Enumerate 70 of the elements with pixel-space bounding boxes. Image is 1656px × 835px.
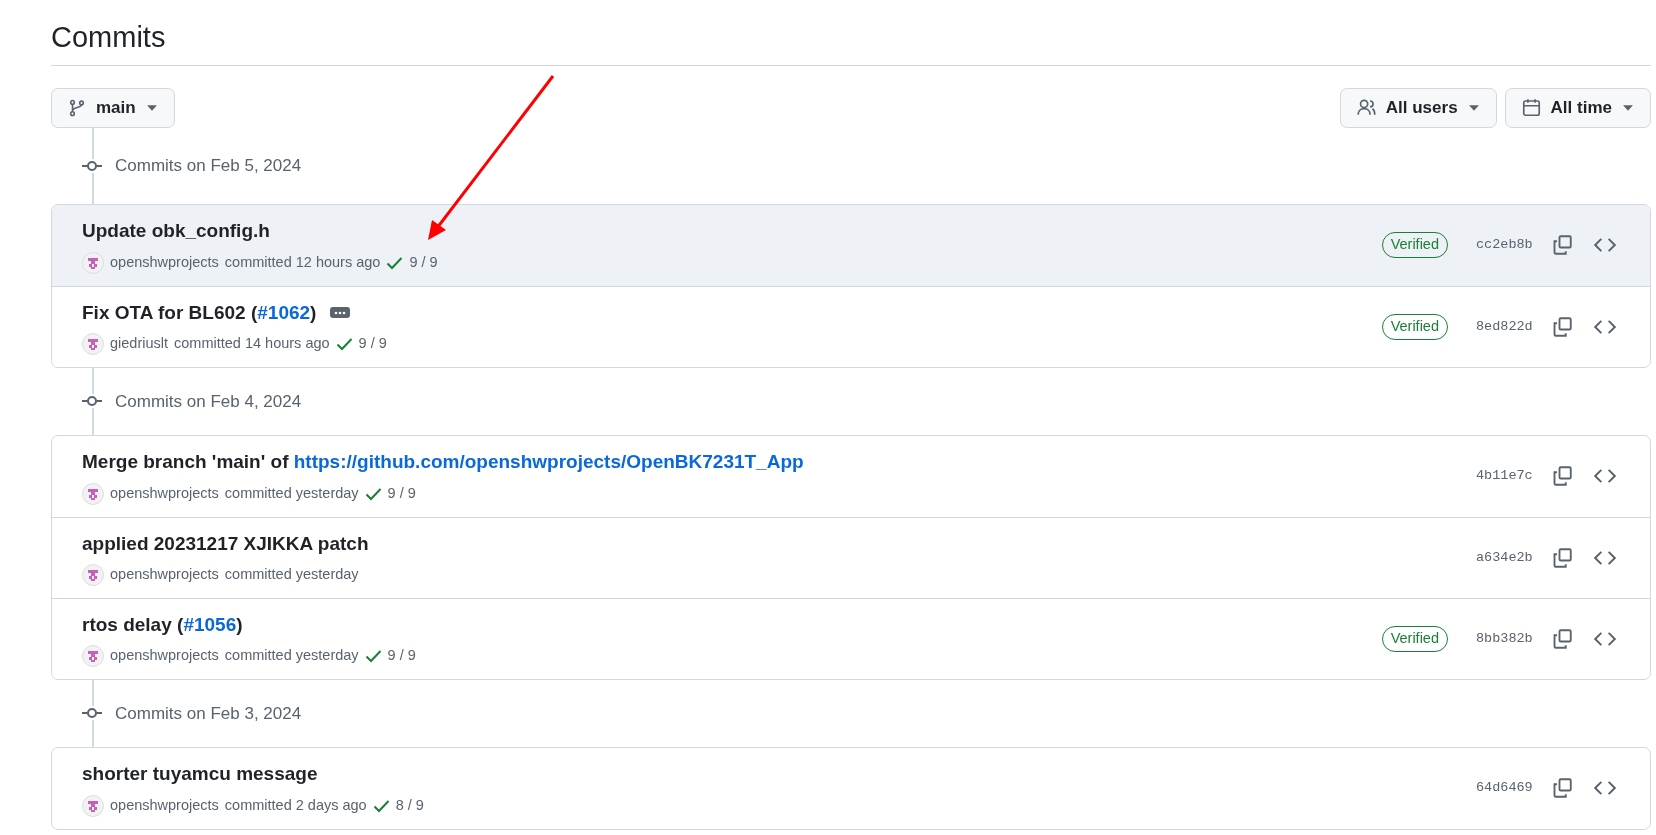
commit-row[interactable]: Merge branch 'main' of https://github.com/openshwprojects/OpenBK7231T_App openshwprojects committed yesterday 9 / 9 4b11e7c xyxy=(52,435,1650,517)
caret-icon xyxy=(145,103,158,112)
author-link[interactable]: openshwprojects xyxy=(110,794,219,817)
group-heading: Commits on Feb 4, 2024 xyxy=(115,390,302,413)
pull-request-link[interactable]: #1056 xyxy=(183,613,237,635)
author-link[interactable]: openshwprojects xyxy=(110,645,219,667)
commit-hash-link[interactable]: 4b11e7c xyxy=(1476,466,1534,487)
commit-time: committed 12 hours ago xyxy=(224,252,381,272)
commit-time: committed 14 hours ago xyxy=(174,334,330,354)
commit-hash-link[interactable]: a634e2b xyxy=(1476,547,1534,568)
copy-icon xyxy=(1552,628,1572,649)
commit-title[interactable]: rtos delay (#1056) xyxy=(82,613,243,635)
caret-icon xyxy=(1622,103,1634,112)
group-heading: Commits on Feb 5, 2024 xyxy=(115,155,302,178)
checks-count[interactable]: 9 / 9 xyxy=(409,251,438,274)
user-filter-button[interactable]: All users xyxy=(1339,87,1497,128)
check-icon xyxy=(386,255,404,270)
page-title: Commits xyxy=(51,20,1651,66)
pull-request-link[interactable]: https://github.com/openshwprojects/OpenBK7231T_App xyxy=(293,451,804,473)
commit-time: committed 2 days ago xyxy=(224,795,367,815)
author-link[interactable]: openshwprojects xyxy=(110,251,219,274)
ellipsis-icon xyxy=(334,310,347,315)
commit-title[interactable]: applied 20231217 XJIKKA patch xyxy=(82,532,369,554)
checks-count[interactable]: 9 / 9 xyxy=(387,482,416,505)
branch-button[interactable]: main xyxy=(51,87,175,128)
commit-hash-link[interactable]: 64d6469 xyxy=(1476,778,1534,799)
avatar-icon xyxy=(82,251,104,274)
commit-time: committed yesterday xyxy=(224,565,359,585)
copy-icon xyxy=(1552,547,1572,568)
checks-count[interactable]: 9 / 9 xyxy=(387,645,416,667)
commit-row[interactable]: shorter tuyamcu message openshwprojects committed 2 days ago 8 / 9 64d6469 xyxy=(52,747,1650,829)
check-icon xyxy=(364,486,382,501)
checks-count[interactable]: 8 / 9 xyxy=(395,794,424,817)
time-filter-button[interactable]: All time xyxy=(1504,87,1651,128)
author-link[interactable]: openshwprojects xyxy=(110,564,219,586)
avatar-icon xyxy=(82,333,104,356)
copy-icon xyxy=(1552,316,1572,337)
pull-request-link[interactable]: #1062 xyxy=(257,301,311,323)
commit-time: committed yesterday xyxy=(224,646,359,666)
commit-title[interactable]: shorter tuyamcu message xyxy=(82,763,318,785)
check-icon xyxy=(372,798,390,813)
commit-row[interactable]: applied 20231217 XJIKKA patch openshwprojects committed yesterday a634e2b xyxy=(52,516,1650,598)
avatar-icon xyxy=(82,482,104,505)
commit-title[interactable]: Merge branch 'main' of https://github.com/openshwprojects/OpenBK7231T_App xyxy=(82,451,804,473)
checks-count[interactable]: 9 / 9 xyxy=(358,333,387,355)
expand-description-button[interactable] xyxy=(330,307,351,319)
commit-title[interactable]: Update obk_config.h xyxy=(82,220,270,242)
check-icon xyxy=(335,337,353,352)
avatar-icon xyxy=(82,794,104,817)
author-link[interactable]: giedriuslt xyxy=(110,333,169,355)
avatar-icon xyxy=(82,645,104,668)
commit-title[interactable]: Fix OTA for BL602 (#1062) xyxy=(82,301,317,323)
author-link[interactable]: openshwprojects xyxy=(110,482,219,505)
caret-icon xyxy=(1467,103,1480,112)
commit-row[interactable]: Update obk_config.h openshwprojects committed 12 hours ago 9 / 9 Verified cc2eb8b xyxy=(52,204,1650,286)
copy-icon xyxy=(1552,466,1572,487)
copy-icon xyxy=(1552,778,1572,799)
commit-row[interactable]: Fix OTA for BL602 (#1062) giedriuslt committed 14 hours ago 9 / 9 Verified 8ed822d xyxy=(52,285,1650,367)
commit-time: committed yesterday xyxy=(224,483,359,503)
calendar-icon xyxy=(1521,98,1541,118)
commit-row[interactable]: rtos delay (#1056) openshwprojects committed yesterday 9 / 9 Verified 8bb382b xyxy=(52,597,1650,679)
group-heading: Commits on Feb 3, 2024 xyxy=(115,702,302,725)
commit-hash-link[interactable]: 8ed822d xyxy=(1476,316,1534,337)
people-icon xyxy=(1356,98,1376,118)
commit-hash-link[interactable]: 8bb382b xyxy=(1476,628,1534,649)
check-icon xyxy=(364,649,382,664)
copy-icon xyxy=(1552,235,1572,256)
avatar-icon xyxy=(82,564,104,587)
commit-hash-link[interactable]: cc2eb8b xyxy=(1476,235,1534,256)
branch-icon xyxy=(68,98,86,117)
